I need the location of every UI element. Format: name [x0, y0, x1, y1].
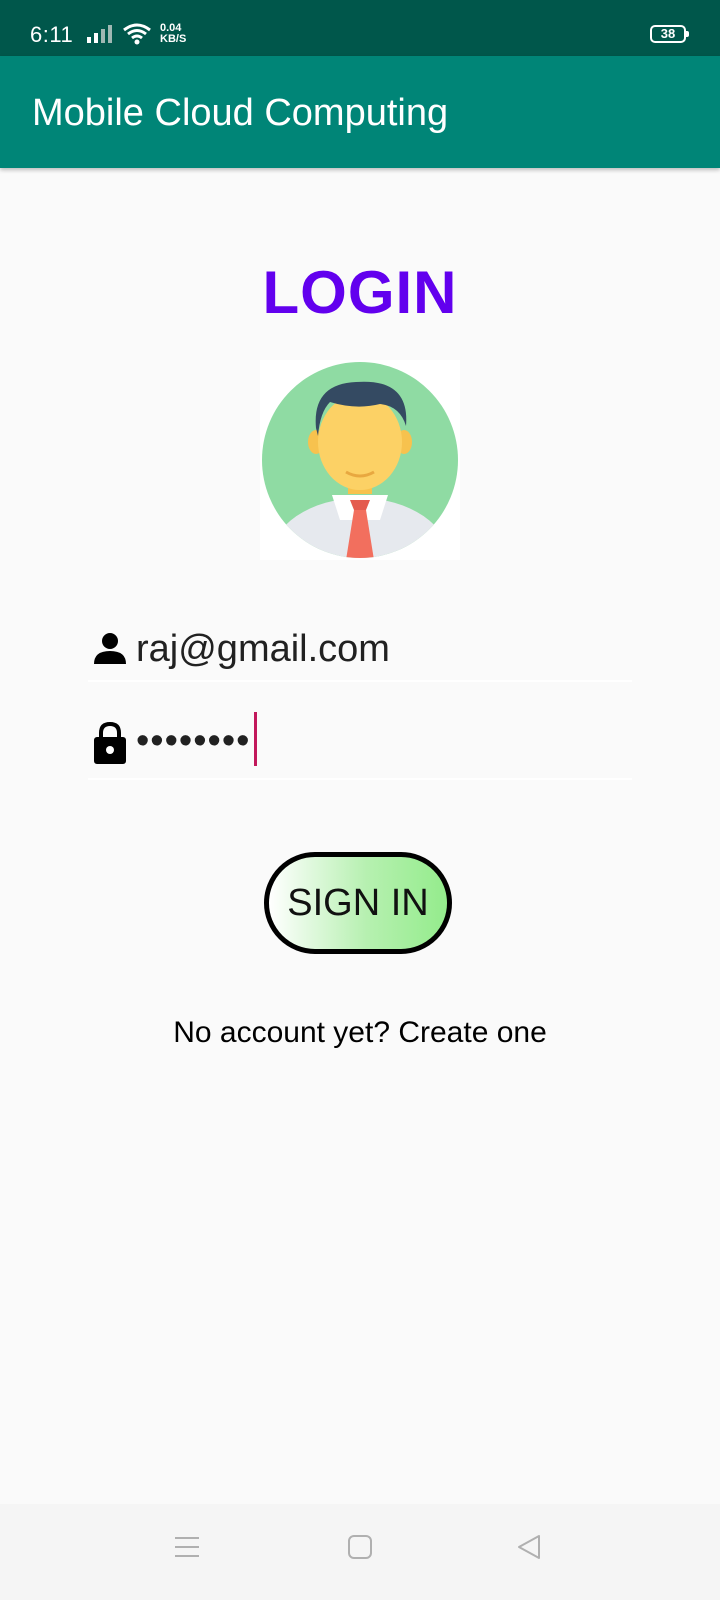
email-field[interactable]: raj@gmail.com — [88, 618, 632, 682]
menu-icon[interactable] — [174, 1534, 200, 1560]
user-avatar-icon — [260, 360, 460, 560]
password-field[interactable]: •••••••• — [88, 712, 632, 780]
lock-icon — [94, 722, 126, 764]
home-icon[interactable] — [347, 1534, 373, 1560]
app-bar: Mobile Cloud Computing — [0, 56, 720, 168]
text-cursor — [254, 712, 258, 766]
battery-icon: 38 — [650, 25, 689, 43]
network-speed-unit: KB/S — [160, 33, 187, 45]
create-account-link[interactable]: No account yet? Create one — [0, 1016, 720, 1050]
login-heading: LOGIN — [262, 259, 458, 326]
email-input[interactable]: raj@gmail.com — [136, 628, 390, 671]
back-icon[interactable] — [516, 1534, 542, 1560]
battery-tip — [686, 31, 689, 37]
password-input[interactable]: •••••••• — [136, 712, 258, 766]
status-time: 6:11 — [30, 22, 74, 47]
status-bar: 6:11 0.04 KB/S 38 — [0, 0, 720, 56]
person-icon — [94, 633, 126, 664]
wifi-icon — [123, 23, 151, 45]
app-title: Mobile Cloud Computing — [32, 92, 449, 134]
network-speed: 0.04 KB/S — [160, 23, 186, 45]
battery-level: 38 — [660, 26, 676, 41]
navigation-bar — [0, 1504, 720, 1600]
signal-icon — [87, 25, 112, 43]
sign-in-button[interactable]: SIGN IN — [264, 852, 452, 954]
password-masked-value: •••••••• — [136, 720, 251, 763]
